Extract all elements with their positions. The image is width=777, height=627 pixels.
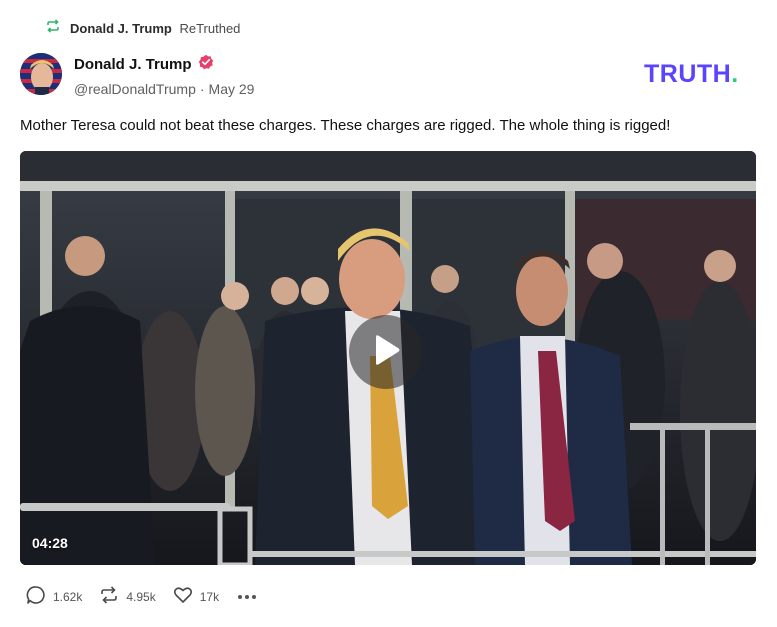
handle-separator: ·	[199, 81, 205, 97]
play-button[interactable]	[349, 315, 423, 389]
retruth-icon	[46, 18, 60, 38]
more-options-button[interactable]	[236, 595, 258, 599]
reply-count: 1.62k	[53, 590, 83, 604]
post-actions: 1.62k 4.95k 17k	[26, 584, 258, 610]
video-player[interactable]: 04:28	[20, 151, 756, 565]
author-block: Donald J. Trump @realDonaldTrump · May 29	[74, 54, 254, 97]
retruth-action-icon	[99, 585, 119, 610]
heart-icon	[173, 585, 193, 610]
retruth-header: Donald J. Trump ReTruthed	[46, 18, 240, 38]
like-count: 17k	[199, 590, 220, 604]
more-icon-dot	[245, 595, 250, 599]
verified-badge-icon	[198, 54, 214, 75]
more-icon-dot	[238, 595, 243, 599]
retruth-button[interactable]: 4.95k	[99, 585, 156, 610]
author-handle[interactable]: @realDonaldTrump	[74, 81, 196, 97]
like-button[interactable]: 17k	[173, 585, 219, 610]
reply-button[interactable]: 1.62k	[26, 585, 82, 610]
post-text: Mother Teresa could not beat these charg…	[20, 117, 671, 134]
retruth-user-link[interactable]: Donald J. Trump ReTruthed	[70, 21, 240, 36]
more-icon-dot	[252, 595, 257, 599]
author-name[interactable]: Donald J. Trump	[74, 56, 192, 73]
retruth-user-name: Donald J. Trump	[70, 20, 172, 36]
play-icon	[371, 334, 401, 371]
retruth-count: 4.95k	[126, 590, 156, 604]
brand-dot: .	[731, 60, 739, 88]
truth-brand-logo[interactable]: TRUTH.	[644, 60, 739, 89]
post-date[interactable]: May 29	[209, 81, 255, 97]
video-duration: 04:28	[32, 535, 68, 551]
reply-icon	[26, 585, 46, 610]
avatar[interactable]	[20, 53, 62, 95]
brand-text: TRUTH	[644, 60, 732, 88]
retruth-verb: ReTruthed	[179, 20, 241, 36]
